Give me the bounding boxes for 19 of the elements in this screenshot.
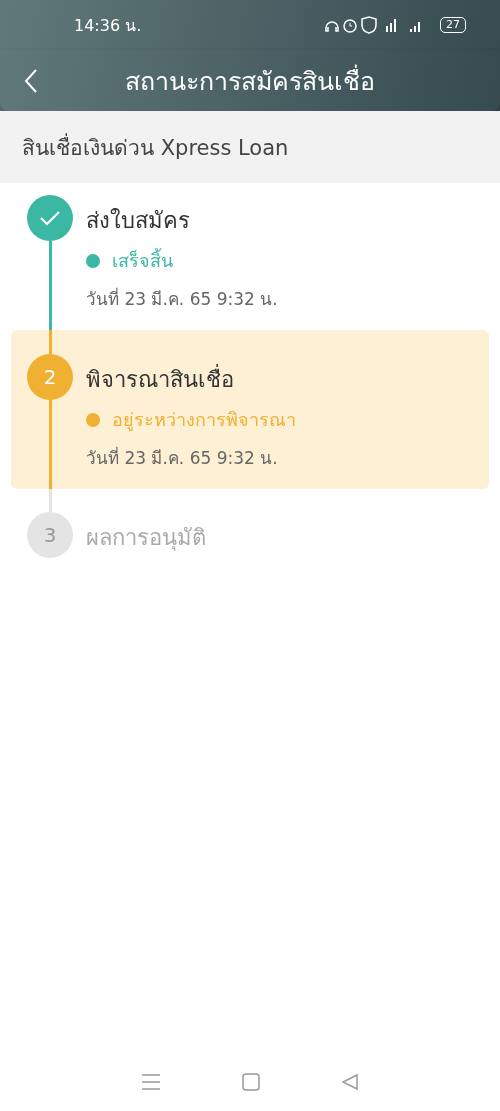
step-number: 3 bbox=[27, 512, 73, 558]
back-nav-icon[interactable] bbox=[341, 1073, 360, 1091]
battery-level: 27 bbox=[440, 17, 466, 33]
section-title: สินเชื่อเงินด่วน Xpress Loan bbox=[22, 132, 289, 162]
status-dot bbox=[86, 412, 100, 427]
step-title: พิจารณาสินเชื่อ bbox=[86, 362, 296, 397]
status-time: 14:36 น. bbox=[74, 14, 143, 37]
menu-icon[interactable] bbox=[140, 1073, 161, 1091]
step-title: ผลการอนุมัติ bbox=[86, 524, 206, 553]
step-date: วันที่ 23 มี.ค. 65 9:32 น. bbox=[86, 445, 279, 470]
status-dot bbox=[86, 253, 100, 268]
step-title: ส่งใบสมัคร bbox=[86, 207, 191, 235]
step-status: อยู่ระหว่างการพิจารณา bbox=[112, 408, 296, 433]
page-title: สถานะการสมัครสินเชื่อ bbox=[125, 63, 375, 98]
step-status: เสร็จสิ้น bbox=[112, 247, 173, 273]
step-number: 2 bbox=[27, 354, 73, 400]
step-date: วันที่ 23 มี.ค. 65 9:32 น. bbox=[86, 286, 278, 311]
home-icon[interactable] bbox=[242, 1073, 260, 1091]
check-icon bbox=[27, 195, 73, 241]
